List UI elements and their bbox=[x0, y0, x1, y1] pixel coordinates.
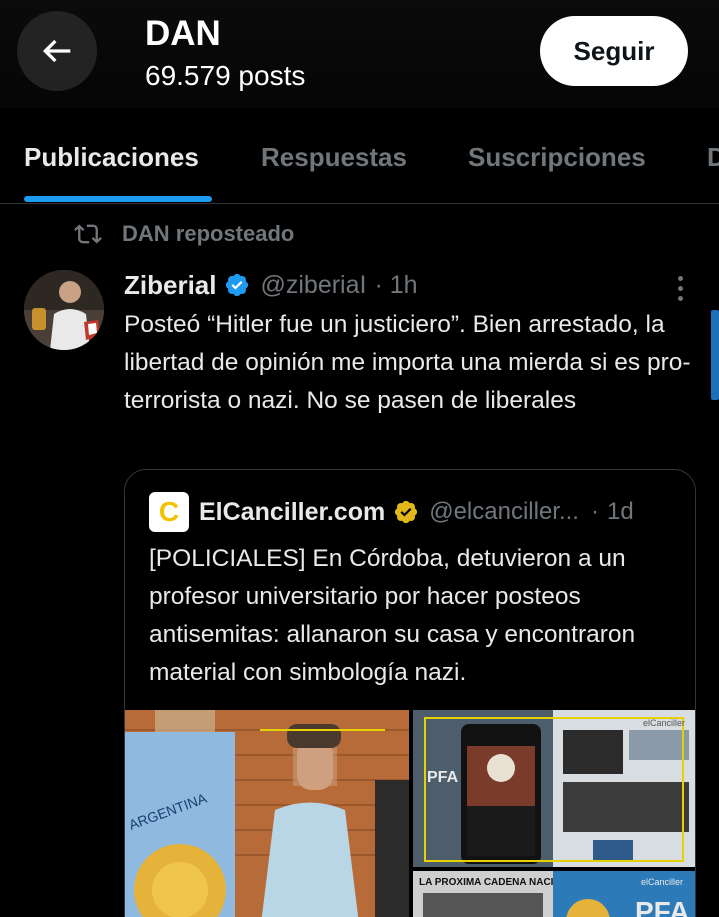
tweet-header: Ziberial @ziberiaI · 1h bbox=[124, 267, 418, 303]
media-pfa-label: PFA bbox=[427, 769, 459, 786]
media-watermark: elCanciller bbox=[643, 718, 685, 728]
quoted-tweet-text: [POLICIALES] En Córdoba, detuvieron a un… bbox=[149, 545, 636, 686]
retweet-icon bbox=[74, 224, 102, 244]
profile-header: DAN 69.579 posts Seguir bbox=[0, 0, 719, 108]
arrow-left-icon bbox=[42, 39, 71, 63]
author-name[interactable]: Ziberial bbox=[124, 270, 216, 301]
tab-suscripciones[interactable]: Suscripciones bbox=[468, 142, 646, 173]
profile-name: DAN bbox=[145, 14, 221, 53]
active-tab-indicator bbox=[24, 196, 212, 202]
quoted-timestamp: 1d bbox=[606, 498, 634, 525]
scrollbar-thumb[interactable] bbox=[711, 310, 719, 400]
tab-more[interactable]: D bbox=[707, 142, 719, 173]
more-options-icon[interactable] bbox=[664, 270, 696, 306]
quoted-tweet-header: C ElCanciller.com @elcanciller... · 1d bbox=[149, 492, 634, 532]
quoted-tweet[interactable]: C ElCanciller.com @elcanciller... · 1d [… bbox=[124, 469, 696, 917]
verified-badge-icon bbox=[224, 272, 250, 298]
tab-respuestas[interactable]: Respuestas bbox=[261, 142, 407, 173]
media-image-phone[interactable]: PFA elCanciller bbox=[413, 710, 695, 867]
verified-org-badge-icon bbox=[393, 499, 419, 525]
media-image-documents[interactable]: LA PROXIMA CADENA NACIONAL elCanciller P… bbox=[413, 871, 695, 917]
author-handle[interactable]: @ziberiaI bbox=[260, 271, 366, 300]
avatar[interactable] bbox=[24, 270, 104, 350]
media-watermark-2: elCanciller bbox=[641, 877, 683, 887]
back-button[interactable] bbox=[17, 11, 97, 91]
quoted-author-handle: @elcanciller... bbox=[429, 498, 579, 525]
follow-button[interactable]: Seguir bbox=[540, 16, 688, 86]
repost-context: DAN reposteado bbox=[72, 218, 294, 250]
tweet-text: Posteó “Hitler fue un justiciero”. Bien … bbox=[124, 311, 691, 414]
media-image-arrest[interactable]: ARGENTINA bbox=[125, 710, 409, 917]
quoted-timestamp-separator: · bbox=[590, 498, 599, 525]
profile-tabs: Publicaciones Respuestas Suscripciones D bbox=[0, 108, 719, 204]
repost-label: DAN reposteado bbox=[122, 221, 295, 246]
quoted-avatar: C bbox=[149, 492, 189, 532]
post-count: 69.579 posts bbox=[145, 60, 306, 91]
quoted-media-grid: ARGENTINA PFA elCanciller LA PROXIMA CAD… bbox=[125, 710, 695, 917]
avatar-photo bbox=[24, 270, 104, 350]
tweet-timestamp[interactable]: · 1h bbox=[374, 271, 417, 300]
tab-publicaciones[interactable]: Publicaciones bbox=[24, 142, 199, 173]
quoted-avatar-letter: C bbox=[158, 496, 180, 527]
media-pfa-label-2: PFA bbox=[635, 896, 689, 917]
quoted-author-name: ElCanciller.com bbox=[199, 497, 386, 526]
